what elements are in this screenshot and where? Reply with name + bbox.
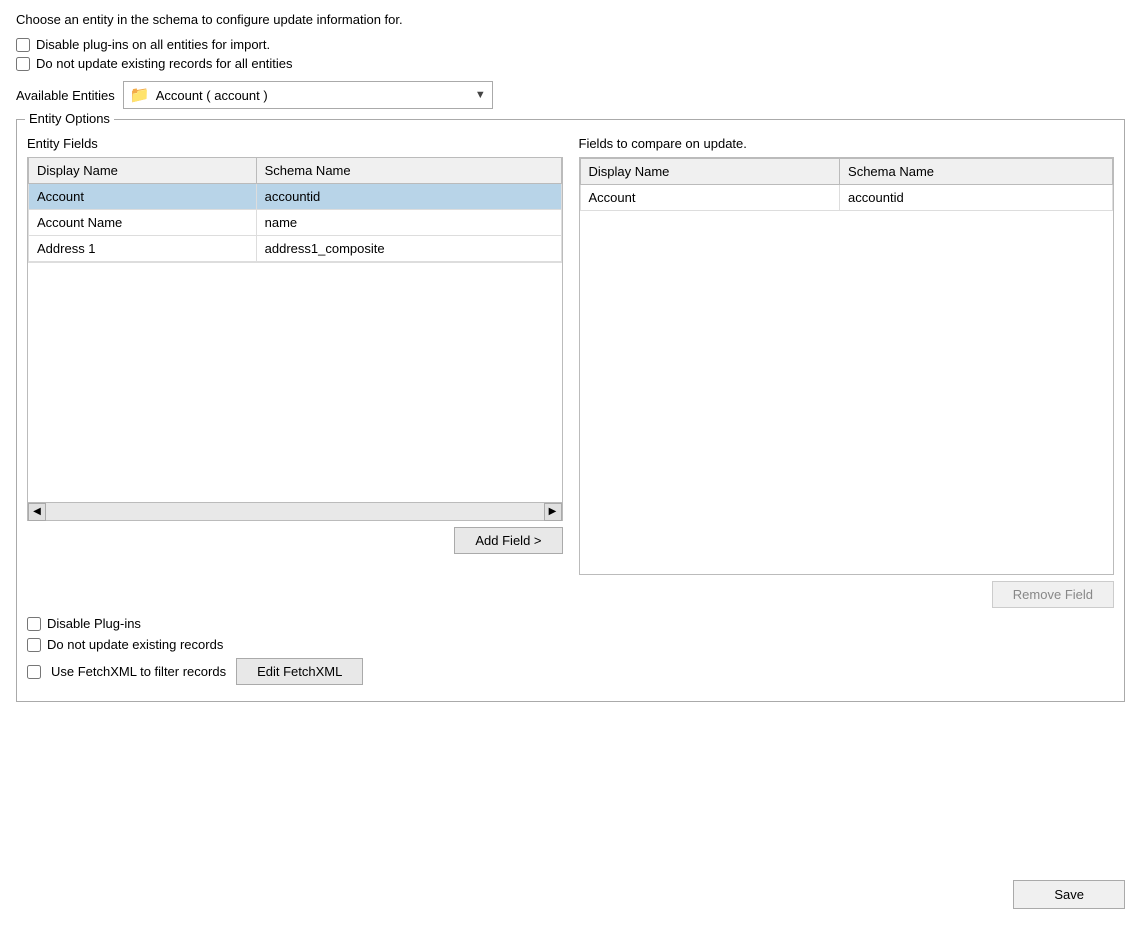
entity-options-group: Entity Options Entity Fields Display Nam… <box>16 119 1125 702</box>
entity-dropdown-text: Account ( account ) <box>156 88 469 103</box>
add-field-row: Add Field > <box>27 527 563 554</box>
scroll-left-arrow[interactable]: ◀ <box>28 503 46 521</box>
do-not-update-checkbox[interactable] <box>27 638 41 652</box>
schema-name-cell: accountid <box>840 185 1113 211</box>
available-entities-label: Available Entities <box>16 88 115 103</box>
disable-plugins-all-checkbox[interactable] <box>16 38 30 52</box>
compare-fields-header-row: Display Name Schema Name <box>580 159 1113 185</box>
compare-display-name-header: Display Name <box>580 159 840 185</box>
compare-fields-tbody: Accountaccountid <box>580 185 1113 211</box>
compare-schema-name-header: Schema Name <box>840 159 1113 185</box>
display-name-cell: Address 1 <box>29 236 257 262</box>
entity-fields-display-name-header: Display Name <box>29 158 257 184</box>
do-not-update-all-checkbox[interactable] <box>16 57 30 71</box>
compare-fields-table: Display Name Schema Name Accountaccounti… <box>580 158 1114 211</box>
chevron-down-icon: ▼ <box>475 89 486 101</box>
disable-plugins-all-row: Disable plug-ins on all entities for imp… <box>16 37 1125 52</box>
use-fetchxml-row: Use FetchXML to filter records Edit Fetc… <box>27 658 1114 685</box>
horizontal-scrollbar[interactable]: ◀ ▶ <box>27 503 563 521</box>
do-not-update-all-row: Do not update existing records for all e… <box>16 56 1125 71</box>
compare-fields-section: Fields to compare on update. Display Nam… <box>579 136 1115 608</box>
entity-fields-tbody: AccountaccountidAccount NamenameAddress … <box>29 184 562 262</box>
schema-name-cell: accountid <box>256 184 561 210</box>
entity-fields-table: Display Name Schema Name Accountaccounti… <box>28 158 562 262</box>
available-entities-row: Available Entities 📁 Account ( account )… <box>16 81 1125 109</box>
footer-area: Save <box>1013 880 1125 909</box>
save-button[interactable]: Save <box>1013 880 1125 909</box>
use-fetchxml-checkbox[interactable] <box>27 665 41 679</box>
table-row[interactable]: Address 1address1_composite <box>29 236 562 262</box>
entity-dropdown[interactable]: 📁 Account ( account ) ▼ <box>123 81 493 109</box>
display-name-cell: Account Name <box>29 210 257 236</box>
do-not-update-row: Do not update existing records <box>27 637 1114 652</box>
columns-container: Entity Fields Display Name Schema Name A… <box>27 136 1114 608</box>
display-name-cell: Account <box>580 185 840 211</box>
add-field-button[interactable]: Add Field > <box>454 527 562 554</box>
do-not-update-all-label: Do not update existing records for all e… <box>36 56 293 71</box>
table-row[interactable]: Accountaccountid <box>29 184 562 210</box>
entity-options-legend: Entity Options <box>25 111 114 126</box>
schema-name-cell: name <box>256 210 561 236</box>
entity-fields-section: Entity Fields Display Name Schema Name A… <box>27 136 563 608</box>
right-table-wrapper: Display Name Schema Name Accountaccounti… <box>579 157 1115 575</box>
scroll-right-arrow[interactable]: ▶ <box>544 503 562 521</box>
table-row[interactable]: Account Namename <box>29 210 562 236</box>
main-container: Choose an entity in the schema to config… <box>0 0 1141 724</box>
use-fetchxml-label: Use FetchXML to filter records <box>51 664 226 679</box>
display-name-cell: Account <box>29 184 257 210</box>
table-row[interactable]: Accountaccountid <box>580 185 1113 211</box>
edit-fetchxml-button[interactable]: Edit FetchXML <box>236 658 363 685</box>
intro-text: Choose an entity in the schema to config… <box>16 12 1125 27</box>
disable-plugins-label: Disable Plug-ins <box>47 616 141 631</box>
entity-fields-header-row: Display Name Schema Name <box>29 158 562 184</box>
disable-plugins-row: Disable Plug-ins <box>27 616 1114 631</box>
disable-plugins-checkbox[interactable] <box>27 617 41 631</box>
remove-field-row: Remove Field <box>579 581 1115 608</box>
remove-field-button[interactable]: Remove Field <box>992 581 1114 608</box>
scroll-track[interactable] <box>46 503 544 520</box>
schema-name-cell: address1_composite <box>256 236 561 262</box>
disable-plugins-all-label: Disable plug-ins on all entities for imp… <box>36 37 270 52</box>
entity-fields-label: Entity Fields <box>27 136 563 151</box>
entity-bottom-options: Disable Plug-ins Do not update existing … <box>27 616 1114 685</box>
do-not-update-label: Do not update existing records <box>47 637 223 652</box>
left-table-wrapper: Display Name Schema Name Accountaccounti… <box>27 157 563 503</box>
folder-icon: 📁 <box>130 85 150 105</box>
entity-fields-schema-name-header: Schema Name <box>256 158 561 184</box>
compare-fields-label: Fields to compare on update. <box>579 136 1115 151</box>
